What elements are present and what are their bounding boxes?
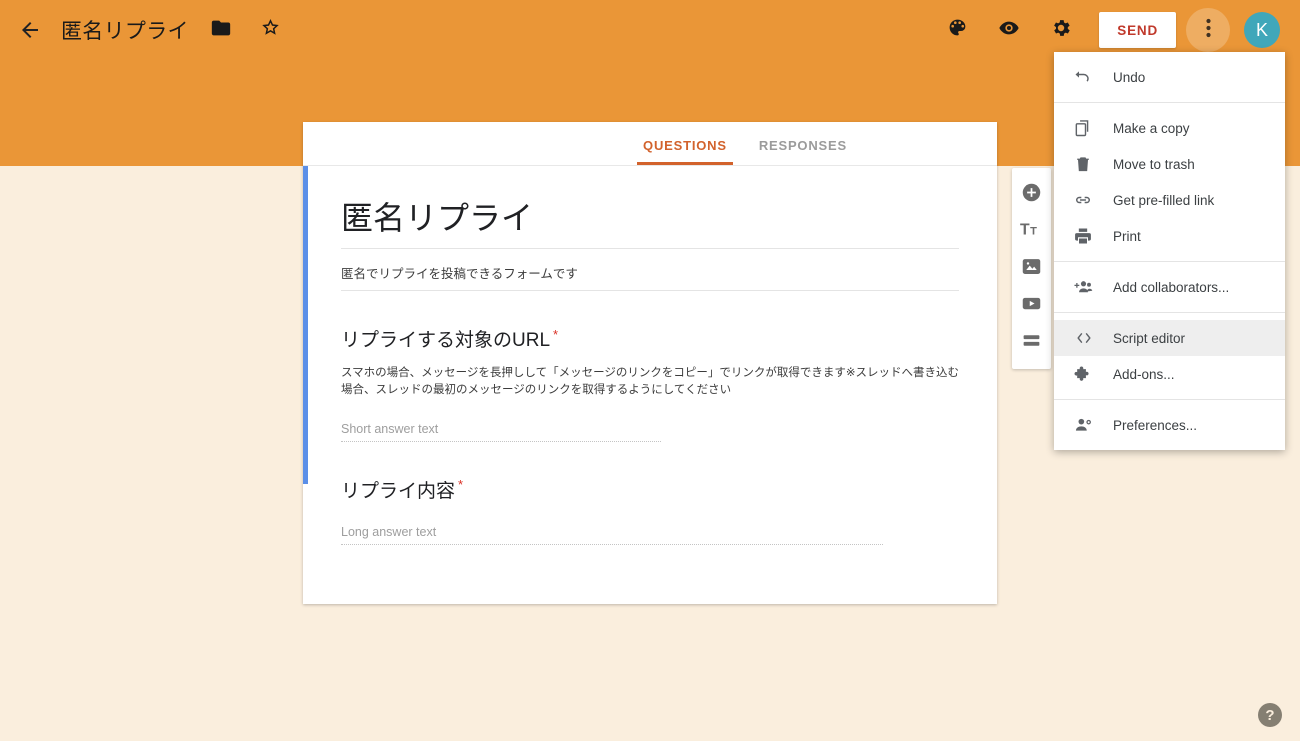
image-icon (1021, 256, 1042, 282)
menu-label-get-pre-filled-link: Get pre-filled link (1113, 192, 1215, 208)
menu-item-script-editor[interactable]: Script editor (1054, 320, 1285, 356)
add-title-and-description-button[interactable]: TT (1013, 213, 1051, 250)
form-header-block[interactable]: 匿名リプライ 匿名でリプライを投稿できるフォームです (303, 166, 997, 291)
section-icon (1021, 330, 1042, 356)
add-circle-icon (1021, 182, 1042, 208)
print-icon (1073, 226, 1099, 246)
arrow-back-icon (18, 18, 42, 42)
menu-label-add-ons: Add-ons... (1113, 366, 1175, 382)
code-brackets-icon (1073, 328, 1099, 348)
theme-button[interactable] (937, 10, 977, 50)
menu-item-move-to-trash[interactable]: Move to trash (1054, 146, 1285, 182)
undo-icon (1073, 67, 1099, 87)
menu-separator-4 (1054, 399, 1285, 400)
trash-icon (1073, 154, 1099, 174)
menu-label-script-editor: Script editor (1113, 330, 1186, 346)
menu-label-undo: Undo (1113, 69, 1146, 85)
tab-responses[interactable]: RESPONSES (743, 138, 863, 165)
menu-separator-1 (1054, 102, 1285, 103)
menu-label-add-collaborators: Add collaborators... (1113, 279, 1230, 295)
title-text-icon: TT (1020, 219, 1044, 244)
star-button[interactable] (253, 12, 289, 48)
eye-preview-icon (998, 17, 1020, 44)
question-item-2[interactable]: リプライ内容 * Long answer text (303, 476, 997, 545)
menu-item-make-a-copy[interactable]: Make a copy (1054, 110, 1285, 146)
menu-item-get-pre-filled-link[interactable]: Get pre-filled link (1054, 182, 1285, 218)
question-title-1[interactable]: リプライする対象のURL * (341, 325, 959, 352)
puzzle-piece-icon (1073, 364, 1099, 384)
header-toolbar: 匿名リプライ SEND K (0, 0, 1300, 60)
add-section-button[interactable] (1013, 324, 1051, 361)
menu-label-print: Print (1113, 228, 1141, 244)
question-title-2[interactable]: リプライ内容 * (341, 476, 959, 503)
form-card: QUESTIONS RESPONSES 匿名リプライ 匿名でリプライを投稿できる… (303, 122, 997, 604)
svg-text:T: T (1020, 222, 1030, 239)
menu-item-add-ons[interactable]: Add-ons... (1054, 356, 1285, 392)
avatar[interactable]: K (1244, 12, 1280, 48)
help-button[interactable]: ? (1258, 703, 1282, 727)
menu-item-preferences[interactable]: Preferences... (1054, 407, 1285, 443)
question-title-text-1: リプライする対象のURL (341, 330, 551, 351)
link-icon (1073, 190, 1099, 210)
selected-item-rail (303, 166, 308, 484)
more-options-menu: Undo Make a copy Move to trash Get pre-f… (1054, 52, 1285, 450)
form-description[interactable]: 匿名でリプライを投稿できるフォームです (341, 249, 959, 291)
long-answer-placeholder-2: Long answer text (341, 525, 883, 545)
question-help-1[interactable]: スマホの場合、メッセージを長押しして「メッセージのリンクをコピー」でリンクが取得… (341, 365, 959, 400)
folder-icon (210, 17, 232, 44)
required-marker-2: * (458, 477, 464, 493)
short-answer-placeholder-1: Short answer text (341, 422, 661, 442)
question-title-text-2: リプライ内容 (341, 480, 456, 502)
menu-separator-2 (1054, 261, 1285, 262)
svg-text:T: T (1030, 226, 1037, 238)
copy-icon (1073, 118, 1099, 138)
menu-label-preferences: Preferences... (1113, 417, 1198, 433)
question-item-1[interactable]: リプライする対象のURL * スマホの場合、メッセージを長押しして「メッセージのリ… (303, 325, 997, 442)
add-video-button[interactable] (1013, 287, 1051, 324)
add-question-button[interactable] (1013, 176, 1051, 213)
more-options-button[interactable] (1186, 8, 1230, 52)
google-forms-editor: 匿名リプライ SEND K QUESTIONS RESPONSES 匿名リプライ… (0, 0, 1300, 741)
add-item-toolbar: TT (1012, 168, 1051, 369)
preview-button[interactable] (989, 10, 1029, 50)
star-outline-icon (260, 17, 281, 43)
menu-item-add-collaborators[interactable]: Add collaborators... (1054, 269, 1285, 305)
send-button[interactable]: SEND (1099, 12, 1176, 48)
add-people-icon (1073, 277, 1099, 297)
video-icon (1021, 293, 1042, 319)
add-image-button[interactable] (1013, 250, 1051, 287)
form-title[interactable]: 匿名リプライ (341, 198, 959, 249)
menu-label-make-a-copy: Make a copy (1113, 120, 1190, 136)
menu-label-move-to-trash: Move to trash (1113, 156, 1195, 172)
tab-bar: QUESTIONS RESPONSES (303, 122, 997, 166)
gear-settings-icon (1050, 17, 1072, 44)
required-marker-1: * (553, 326, 559, 342)
settings-button[interactable] (1041, 10, 1081, 50)
document-title[interactable]: 匿名リプライ (61, 15, 189, 45)
palette-icon (947, 17, 968, 43)
menu-item-undo[interactable]: Undo (1054, 59, 1285, 95)
menu-separator-3 (1054, 312, 1285, 313)
person-settings-icon (1073, 415, 1099, 435)
move-to-folder-button[interactable] (203, 12, 239, 48)
back-button[interactable] (10, 10, 50, 50)
more-vert-icon (1205, 18, 1211, 43)
menu-item-print[interactable]: Print (1054, 218, 1285, 254)
form-body: 匿名リプライ 匿名でリプライを投稿できるフォームです リプライする対象のURL *… (303, 166, 997, 545)
tab-questions[interactable]: QUESTIONS (627, 138, 743, 165)
